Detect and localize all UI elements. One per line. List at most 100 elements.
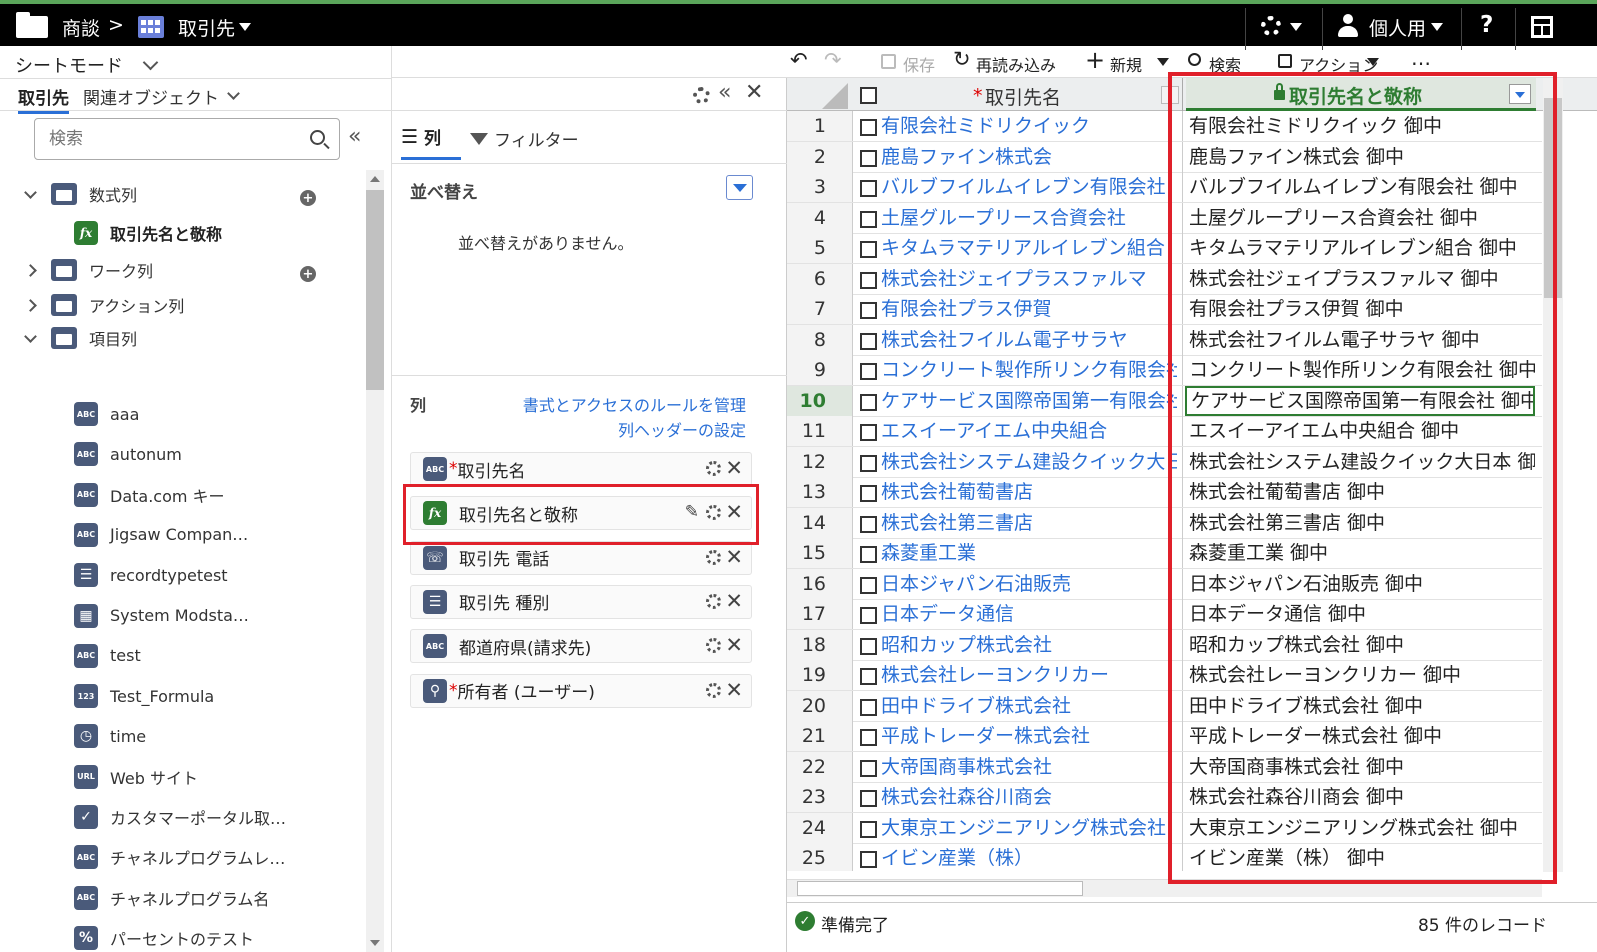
row-number[interactable]: 13 xyxy=(787,477,853,507)
row-checkbox[interactable] xyxy=(860,485,877,502)
layout-icon[interactable] xyxy=(1531,16,1553,38)
more-button[interactable]: … xyxy=(1411,46,1431,70)
row-checkbox[interactable] xyxy=(860,546,877,563)
help-button[interactable]: ? xyxy=(1480,12,1493,38)
row-checkbox[interactable] xyxy=(860,607,877,624)
row-number[interactable]: 16 xyxy=(787,568,853,599)
row-number[interactable]: 2 xyxy=(787,141,853,172)
user-menu[interactable]: 個人用 xyxy=(1369,14,1426,41)
row-checkbox[interactable] xyxy=(860,576,877,594)
account-name-link[interactable]: 株式会社葡萄書店 xyxy=(881,477,1177,507)
gear-icon[interactable] xyxy=(706,682,721,698)
search-input[interactable] xyxy=(49,127,289,151)
row-checkbox[interactable] xyxy=(860,698,877,716)
field-item[interactable]: ABC チャネルプログラムレ… xyxy=(74,845,285,870)
row-checkbox[interactable] xyxy=(860,363,877,380)
row-checkbox[interactable] xyxy=(860,271,877,289)
close-icon[interactable]: ✕ xyxy=(725,545,743,569)
gear-icon[interactable] xyxy=(706,593,721,609)
sheet-mode-dropdown[interactable]: シートモード xyxy=(15,52,159,78)
tab-filter[interactable]: フィルター xyxy=(470,126,579,151)
account-name-link[interactable]: 有限会社ミドリクイック xyxy=(881,111,1177,141)
row-checkbox[interactable] xyxy=(860,729,877,746)
close-icon[interactable]: ✕ xyxy=(725,678,743,702)
close-icon[interactable]: ✕ xyxy=(725,589,743,613)
row-number[interactable]: 20 xyxy=(787,690,853,721)
row-checkbox[interactable] xyxy=(860,759,877,777)
scroll-up-icon[interactable] xyxy=(370,176,380,182)
row-checkbox[interactable] xyxy=(860,454,877,472)
close-icon[interactable]: ✕ xyxy=(725,456,743,480)
field-item[interactable]: ABC autonum xyxy=(74,442,182,467)
row-number[interactable]: 8 xyxy=(787,324,853,355)
reload-icon[interactable]: ↻ xyxy=(953,47,971,71)
account-name-link[interactable]: イビン産業（株） xyxy=(881,843,1177,871)
row-checkbox[interactable] xyxy=(860,424,877,441)
tree-item-honorific[interactable]: fx 取引先名と敬称 xyxy=(74,221,222,245)
account-name-link[interactable]: 大帝国商事株式会社 xyxy=(881,752,1177,782)
reload-button[interactable]: 再読み込み xyxy=(976,52,1056,76)
field-item[interactable]: ◷ time xyxy=(74,724,146,749)
row-number[interactable]: 5 xyxy=(787,233,853,263)
row-checkbox[interactable] xyxy=(860,180,877,197)
row-checkbox[interactable] xyxy=(860,515,877,533)
account-name-link[interactable]: 鹿島ファイン株式会 xyxy=(881,142,1177,172)
field-item[interactable]: % パーセントのテスト xyxy=(74,925,254,950)
chevron-right-icon[interactable] xyxy=(24,298,37,312)
account-name-link[interactable]: 株式会社フイルム電子サラヤ xyxy=(881,325,1177,355)
field-item[interactable]: 123 Test_Formula xyxy=(74,684,214,709)
row-number[interactable]: 6 xyxy=(787,263,853,294)
field-item[interactable]: ABC test xyxy=(74,643,141,668)
row-number[interactable]: 18 xyxy=(787,629,853,660)
breadcrumb-account[interactable]: 取引先 xyxy=(178,14,235,41)
account-name-link[interactable]: コンクリート製作所リンク有限会社 xyxy=(881,355,1177,385)
gear-icon[interactable] xyxy=(693,87,710,104)
field-item[interactable]: ☰ recordtypetest xyxy=(74,563,228,588)
chevron-down-icon[interactable] xyxy=(1290,23,1302,31)
tree-scroll-track[interactable] xyxy=(366,170,384,952)
field-item[interactable]: ▦ System Modsta… xyxy=(74,603,249,628)
column-item[interactable]: ABC * 取引先名 ✕ xyxy=(410,452,752,486)
undo-icon[interactable]: ↶ xyxy=(790,48,808,72)
chevron-down-icon[interactable] xyxy=(1157,58,1169,66)
sort-dropdown-button[interactable] xyxy=(726,175,753,200)
column-item[interactable]: ⚲ * 所有者 (ユーザー) ✕ xyxy=(410,673,752,708)
account-name-link[interactable]: 株式会社レーヨンクリカー xyxy=(881,660,1177,690)
tree-folder-action[interactable]: アクション列 xyxy=(24,293,184,317)
account-name-link[interactable]: 昭和カップ株式会社 xyxy=(881,630,1177,660)
scroll-down-icon[interactable] xyxy=(370,940,380,946)
user-icon[interactable] xyxy=(1337,14,1359,38)
account-name-link[interactable]: 株式会社森谷川商会 xyxy=(881,782,1177,812)
tree-folder-formula[interactable]: 数式列 xyxy=(24,182,137,206)
row-number[interactable]: 11 xyxy=(787,416,853,446)
collapse-icon[interactable]: « xyxy=(348,124,361,149)
new-button[interactable]: 新規 xyxy=(1110,52,1142,76)
row-number[interactable]: 1 xyxy=(787,111,853,141)
row-number[interactable]: 12 xyxy=(787,446,853,477)
row-checkbox[interactable] xyxy=(860,332,877,350)
account-name-link[interactable]: 日本データ通信 xyxy=(881,599,1177,629)
account-name-link[interactable]: 平成トレーダー株式会社 xyxy=(881,721,1177,751)
row-number[interactable]: 10 xyxy=(787,385,853,416)
chevron-down-icon[interactable] xyxy=(1367,58,1379,66)
field-item[interactable]: ABC aaa xyxy=(74,402,139,426)
chevron-down-icon[interactable] xyxy=(239,23,251,31)
chevron-down-icon[interactable] xyxy=(1431,23,1443,31)
column-item[interactable]: ☏ 取引先 電話 ✕ xyxy=(410,540,752,575)
row-number[interactable]: 15 xyxy=(787,538,853,568)
account-name-link[interactable]: 株式会社システム建設クイック大日本 xyxy=(881,447,1177,477)
row-checkbox[interactable] xyxy=(860,302,877,319)
row-checkbox[interactable] xyxy=(860,241,877,258)
account-name-link[interactable]: 森菱重工業 xyxy=(881,538,1177,568)
field-item[interactable]: ABC チャネルプログラム名 xyxy=(74,885,269,910)
row-checkbox[interactable] xyxy=(860,790,877,807)
row-number[interactable]: 21 xyxy=(787,721,853,751)
row-checkbox[interactable] xyxy=(860,637,877,655)
action-icon[interactable] xyxy=(1278,54,1292,68)
chevron-down-icon[interactable] xyxy=(24,329,37,343)
breadcrumb-opportunity[interactable]: 商談 xyxy=(62,14,100,41)
gear-icon[interactable] xyxy=(706,549,721,565)
save-icon[interactable] xyxy=(881,54,896,69)
account-name-link[interactable]: バルブフイルムイレブン有限会社 xyxy=(881,172,1177,202)
row-number[interactable]: 3 xyxy=(787,172,853,202)
